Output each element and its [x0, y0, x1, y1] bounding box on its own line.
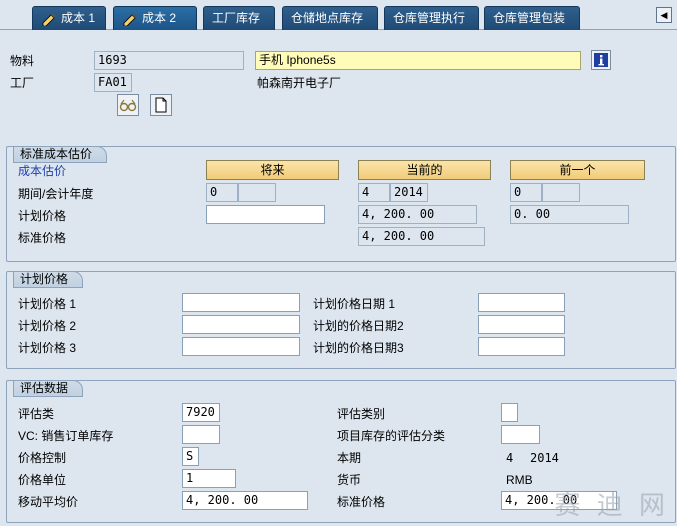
- tab-storage-location-stock[interactable]: 仓储地点库存: [282, 6, 378, 30]
- planned-price-2-field[interactable]: [182, 315, 300, 334]
- valuation-category-label: 评估类别: [337, 407, 386, 421]
- moving-average-price-field[interactable]: 4, 200. 00: [182, 491, 308, 510]
- currency-label: 货币: [337, 473, 362, 487]
- material-field[interactable]: 1693: [94, 51, 244, 70]
- tab-label: 成本 2: [142, 11, 177, 25]
- previous-period-field: 0: [510, 183, 542, 202]
- moving-average-price-label: 移动平均价: [18, 495, 79, 509]
- glasses-icon: [119, 99, 137, 112]
- vc-sales-order-stock-field[interactable]: [182, 425, 220, 444]
- display-button[interactable]: [117, 94, 139, 116]
- planned-price-date-2-field[interactable]: [478, 315, 565, 334]
- cost-estimate-label: 成本估价: [18, 164, 67, 178]
- current-period-value: 4: [506, 451, 514, 465]
- group-title: 评估数据: [13, 380, 84, 397]
- current-period-label: 本期: [337, 451, 362, 465]
- tab-cost-1[interactable]: 成本 1: [32, 6, 106, 30]
- previous-button[interactable]: 前一个: [510, 160, 645, 180]
- price-unit-field[interactable]: 1: [182, 469, 236, 488]
- valuation-class-label: 评估类: [18, 407, 55, 421]
- planned-price-1-field[interactable]: [182, 293, 300, 312]
- planned-price-date-1-label: 计划价格日期 1: [313, 297, 396, 311]
- planned-price-2-label: 计划价格 2: [18, 319, 77, 333]
- current-period-field: 4: [358, 183, 390, 202]
- planned-price-label: 计划价格: [18, 209, 67, 223]
- planned-price-1-label: 计划价格 1: [18, 297, 77, 311]
- standard-price-label: 标准价格: [18, 231, 67, 245]
- tab-label: 仓库管理包装: [493, 11, 566, 25]
- previous-year-field: [542, 183, 580, 202]
- price-control-field[interactable]: S: [182, 447, 199, 466]
- info-button[interactable]: [591, 50, 611, 70]
- info-icon: [594, 53, 608, 67]
- tab-label: 成本 1: [61, 11, 96, 25]
- currency-value: RMB: [506, 473, 533, 487]
- plant-field[interactable]: FA01: [94, 73, 132, 92]
- tab-warehouse-packaging[interactable]: 仓库管理包装: [484, 6, 580, 30]
- group-title: 标准成本估价: [13, 146, 108, 163]
- document-button[interactable]: [150, 94, 172, 116]
- vc-sales-order-stock-label: VC: 销售订单库存: [18, 429, 114, 443]
- future-year-field: [238, 183, 276, 202]
- current-year-value: 2014: [530, 451, 559, 465]
- price-unit-label: 价格单位: [18, 473, 67, 487]
- tab-plant-stock[interactable]: 工厂库存: [203, 6, 275, 30]
- tab-label: 仓库管理执行: [393, 11, 466, 25]
- tab-strip: 成本 1 成本 2 工厂库存 仓储地点库存 仓库管理执行 仓库管理包装 ◀: [0, 0, 677, 30]
- previous-planned-price-field: 0. 00: [510, 205, 629, 224]
- tab-scroll-left-button[interactable]: ◀: [656, 7, 672, 23]
- current-planned-price-field: 4, 200. 00: [358, 205, 477, 224]
- future-period-field: 0: [206, 183, 238, 202]
- tab-label: 仓储地点库存: [291, 11, 364, 25]
- tab-cost-2[interactable]: 成本 2: [113, 6, 197, 30]
- planned-price-date-3-field[interactable]: [478, 337, 565, 356]
- tab-label: 工厂库存: [212, 11, 261, 25]
- plant-description: 帕森南开电子厂: [257, 76, 342, 90]
- triangle-left-icon: ◀: [660, 10, 668, 20]
- edit-icon: [41, 11, 57, 27]
- planned-price-date-1-field[interactable]: [478, 293, 565, 312]
- current-standard-price-field: 4, 200. 00: [358, 227, 485, 246]
- current-button[interactable]: 当前的: [358, 160, 491, 180]
- group-title: 计划价格: [13, 271, 84, 288]
- period-year-label: 期间/会计年度: [18, 187, 94, 201]
- edit-icon: [122, 11, 138, 27]
- planned-price-date-2-label: 计划的价格日期2: [313, 319, 404, 333]
- material-description-field[interactable]: 手机 Iphone5s: [255, 51, 581, 70]
- future-button[interactable]: 将来: [206, 160, 339, 180]
- planned-price-3-label: 计划价格 3: [18, 341, 77, 355]
- future-planned-price-field[interactable]: [206, 205, 325, 224]
- price-control-label: 价格控制: [18, 451, 67, 465]
- planned-price-date-3-label: 计划的价格日期3: [313, 341, 404, 355]
- project-stock-valuation-label: 项目库存的评估分类: [337, 429, 446, 443]
- valuation-category-field[interactable]: [501, 403, 518, 422]
- standard-price-label: 标准价格: [337, 495, 386, 509]
- valuation-class-field[interactable]: 7920: [182, 403, 220, 422]
- material-label: 物料: [10, 54, 35, 68]
- watermark: 赛 迪 网: [554, 491, 669, 521]
- current-year-field: 2014: [390, 183, 428, 202]
- plant-label: 工厂: [10, 76, 35, 90]
- project-stock-valuation-field[interactable]: [501, 425, 540, 444]
- document-icon: [155, 97, 167, 113]
- tab-warehouse-execution[interactable]: 仓库管理执行: [384, 6, 479, 30]
- planned-price-3-field[interactable]: [182, 337, 300, 356]
